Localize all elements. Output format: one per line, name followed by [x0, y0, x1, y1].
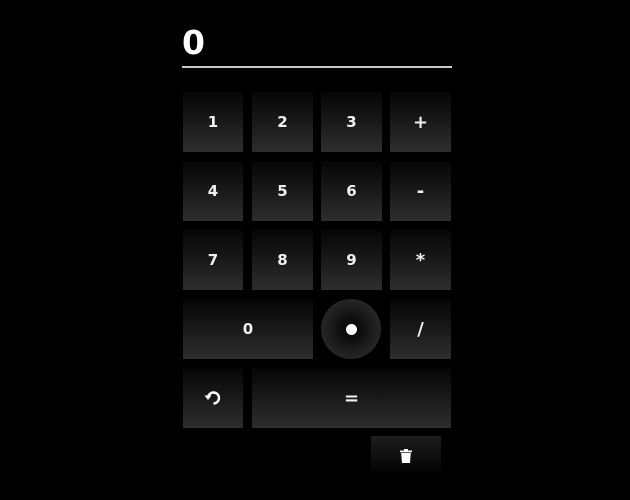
undo-icon [204, 391, 222, 405]
key-4[interactable]: 4 [183, 161, 243, 221]
key-decimal[interactable] [321, 299, 381, 359]
key-9[interactable]: 9 [321, 230, 382, 290]
key-2[interactable]: 2 [252, 92, 313, 152]
key-minus[interactable]: - [390, 161, 451, 221]
key-7[interactable]: 7 [183, 230, 243, 290]
clear-button[interactable] [371, 436, 441, 476]
key-5[interactable]: 5 [252, 161, 313, 221]
key-6[interactable]: 6 [321, 161, 382, 221]
key-1[interactable]: 1 [183, 92, 243, 152]
key-multiply[interactable]: * [390, 230, 451, 290]
key-3[interactable]: 3 [321, 92, 382, 152]
display: 0 [182, 26, 452, 68]
key-8[interactable]: 8 [252, 230, 313, 290]
dot-icon [345, 323, 357, 335]
trash-icon [400, 449, 412, 463]
key-0[interactable]: 0 [183, 299, 313, 359]
calculator: 0 1 2 3 + 4 5 6 - 7 8 9 * 0 / = [182, 0, 452, 500]
key-undo[interactable] [183, 368, 243, 428]
key-divide[interactable]: / [390, 299, 451, 359]
key-equals[interactable]: = [252, 368, 451, 428]
key-plus[interactable]: + [390, 92, 451, 152]
display-value: 0 [182, 23, 205, 62]
